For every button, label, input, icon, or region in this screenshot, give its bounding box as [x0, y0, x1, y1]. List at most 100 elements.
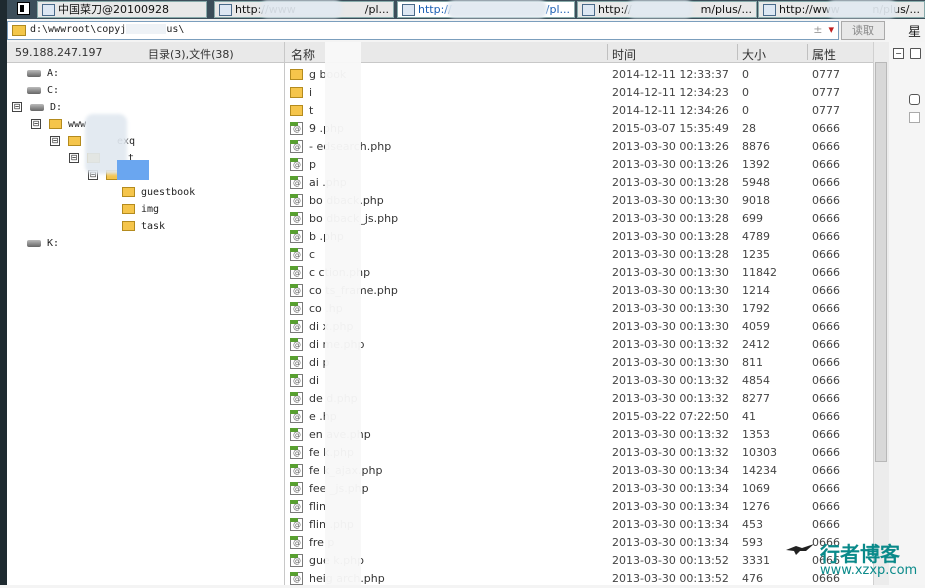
- redaction: [260, 0, 342, 18]
- table-row[interactable]: fe k_ajax.php2013-03-30 00:13:3414234066…: [285, 462, 873, 480]
- php-file-icon: [290, 158, 303, 171]
- table-row[interactable]: fee _js.php2013-03-30 00:13:3410690666: [285, 480, 873, 498]
- column-size[interactable]: 大小: [742, 46, 766, 63]
- column-divider[interactable]: [607, 44, 608, 60]
- php-file-icon: [290, 338, 303, 351]
- vertical-scrollbar[interactable]: [873, 42, 889, 585]
- table-row[interactable]: di 2013-03-30 00:13:32 4854 0666: [285, 372, 873, 390]
- browser-icon[interactable]: [909, 94, 920, 105]
- tab-label-tail: /pl...: [364, 3, 389, 16]
- table-row[interactable]: de d.php2013-03-30 00:13:3282770666: [285, 390, 873, 408]
- scrollbar-thumb[interactable]: [875, 62, 887, 462]
- php-file-icon: [290, 356, 303, 369]
- table-row[interactable]: e .hp2015-03-22 07:22:50410666: [285, 408, 873, 426]
- folder-icon: [68, 136, 81, 146]
- table-row[interactable]: di x.php2013-03-30 00:13:3040590666: [285, 318, 873, 336]
- column-attr[interactable]: 属性: [812, 46, 836, 63]
- clear-icon[interactable]: ±: [813, 23, 822, 36]
- tab-label-tail: m/plus/...: [700, 3, 752, 16]
- file-attr: 0666: [812, 230, 840, 243]
- file-attr: 0666: [812, 320, 840, 333]
- table-row[interactable]: flin 2013-03-30 00:13:34 1276 0666: [285, 498, 873, 516]
- table-row[interactable]: di me.php2013-03-30 00:13:3224120666: [285, 336, 873, 354]
- collapse-icon[interactable]: ⊟: [31, 119, 41, 129]
- file-attr: 0666: [812, 122, 840, 135]
- table-row[interactable]: ai .php2013-03-30 00:13:2859480666: [285, 174, 873, 192]
- table-row[interactable]: fe k.php2013-03-30 00:13:32103030666: [285, 444, 873, 462]
- php-file-icon: [290, 230, 303, 243]
- tree-folder-img[interactable]: img: [122, 201, 159, 218]
- table-row[interactable]: gue k.php2013-03-30 00:13:5233310666: [285, 552, 873, 570]
- directory-tree-panel: 59.188.247.197 目录(3),文件(38) A: C: ⊟ D: ⊟ w…: [7, 42, 285, 585]
- tree-folder-guestbook[interactable]: guestbook: [122, 184, 195, 201]
- collapse-icon[interactable]: ⊟: [50, 136, 60, 146]
- table-row[interactable]: flin .php2013-03-30 00:13:344530666: [285, 516, 873, 534]
- file-size: 1235: [742, 248, 770, 261]
- php-file-icon: [290, 248, 303, 261]
- table-row[interactable]: i 2014-12-11 12:34:23 0 0777: [285, 84, 873, 102]
- file-attr: 0666: [812, 266, 840, 279]
- file-attr: 0666: [812, 428, 840, 441]
- column-name[interactable]: 名称: [291, 46, 315, 63]
- file-size: 28: [742, 122, 756, 135]
- collapse-icon[interactable]: ⊟: [12, 102, 22, 112]
- server-ip: 59.188.247.197: [15, 46, 103, 59]
- tree-folder-wwwroot[interactable]: ⊟ www: [31, 116, 86, 133]
- collapse-icon[interactable]: −: [893, 48, 904, 59]
- chevron-down-icon[interactable]: ▾: [828, 23, 834, 36]
- folder-icon: [122, 204, 135, 214]
- table-row[interactable]: - edsearch.php2013-03-30 00:13:268876066…: [285, 138, 873, 156]
- table-row[interactable]: co ts_frame.php2013-03-30 00:13:30121406…: [285, 282, 873, 300]
- file-size: 1392: [742, 158, 770, 171]
- table-row[interactable]: c ction.php2013-03-30 00:13:30118420666: [285, 264, 873, 282]
- table-row[interactable]: heig arch.php2013-03-30 00:13:524760666: [285, 570, 873, 588]
- tab-label-tail: /pl...: [545, 3, 570, 16]
- table-row[interactable]: en ave.php2013-03-30 00:13:3213530666: [285, 426, 873, 444]
- table-row[interactable]: fre p2013-03-30 00:13:345930666: [285, 534, 873, 552]
- table-row[interactable]: 9 .php2015-03-07 15:35:49280666: [285, 120, 873, 138]
- tree-drive-c[interactable]: C:: [27, 82, 59, 99]
- column-divider[interactable]: [807, 44, 808, 60]
- file-time: 2013-03-30 00:13:34: [612, 500, 729, 513]
- path-text: d:\wwwroot\copyj: [30, 24, 127, 35]
- collapse-icon[interactable]: ⊟: [69, 153, 79, 163]
- file-time: 2014-12-11 12:33:37: [612, 68, 729, 81]
- file-attr: 0777: [812, 68, 840, 81]
- file-time: 2013-03-30 00:13:32: [612, 338, 729, 351]
- tree-drive-k[interactable]: K:: [27, 235, 59, 252]
- file-size: 0: [742, 68, 749, 81]
- file-size: 2412: [742, 338, 770, 351]
- tab-main[interactable]: 中国菜刀@20100928: [37, 1, 207, 18]
- note-icon[interactable]: [910, 48, 921, 59]
- tree-drive-a[interactable]: A:: [27, 65, 59, 82]
- table-row[interactable]: bo dback_js.php2013-03-30 00:13:28699066…: [285, 210, 873, 228]
- file-time: 2013-03-30 00:13:34: [612, 482, 729, 495]
- file-time: 2013-03-30 00:13:28: [612, 176, 729, 189]
- table-row[interactable]: di p2013-03-30 00:13:308110666: [285, 354, 873, 372]
- folder-icon: [290, 69, 303, 80]
- file-time: 2013-03-30 00:13:30: [612, 266, 729, 279]
- tree-folder-task[interactable]: task: [122, 218, 165, 235]
- table-row[interactable]: b .php2013-03-30 00:13:2847890666: [285, 228, 873, 246]
- folder-icon: [122, 187, 135, 197]
- hand-icon[interactable]: [909, 112, 920, 123]
- table-row[interactable]: p 2013-03-30 00:13:26 1392 0666: [285, 156, 873, 174]
- file-time: 2013-03-30 00:13:30: [612, 284, 729, 297]
- path-text-tail: us\: [166, 24, 185, 35]
- path-input[interactable]: d:\wwwroot\copyj us\ ± ▾: [7, 21, 839, 40]
- column-time[interactable]: 时间: [612, 46, 636, 63]
- table-row[interactable]: c 2013-03-30 00:13:28 1235 0666: [285, 246, 873, 264]
- redaction: [447, 0, 547, 18]
- file-time: 2013-03-30 00:13:34: [612, 464, 729, 477]
- table-row[interactable]: g book2014-12-11 12:33:3700777: [285, 66, 873, 84]
- file-attr: 0666: [812, 212, 840, 225]
- column-divider[interactable]: [737, 44, 738, 60]
- tree-drive-d[interactable]: ⊟ D:: [12, 99, 62, 116]
- table-row[interactable]: t 2014-12-11 12:34:26 0 0777: [285, 102, 873, 120]
- table-row[interactable]: bo dback.php2013-03-30 00:13:3090180666: [285, 192, 873, 210]
- file-time: 2013-03-30 00:13:32: [612, 428, 729, 441]
- read-button[interactable]: 读取: [841, 21, 885, 40]
- file-time: 2013-03-30 00:13:30: [612, 356, 729, 369]
- table-row[interactable]: co .hp2013-03-30 00:13:3017920666: [285, 300, 873, 318]
- file-size: 9018: [742, 194, 770, 207]
